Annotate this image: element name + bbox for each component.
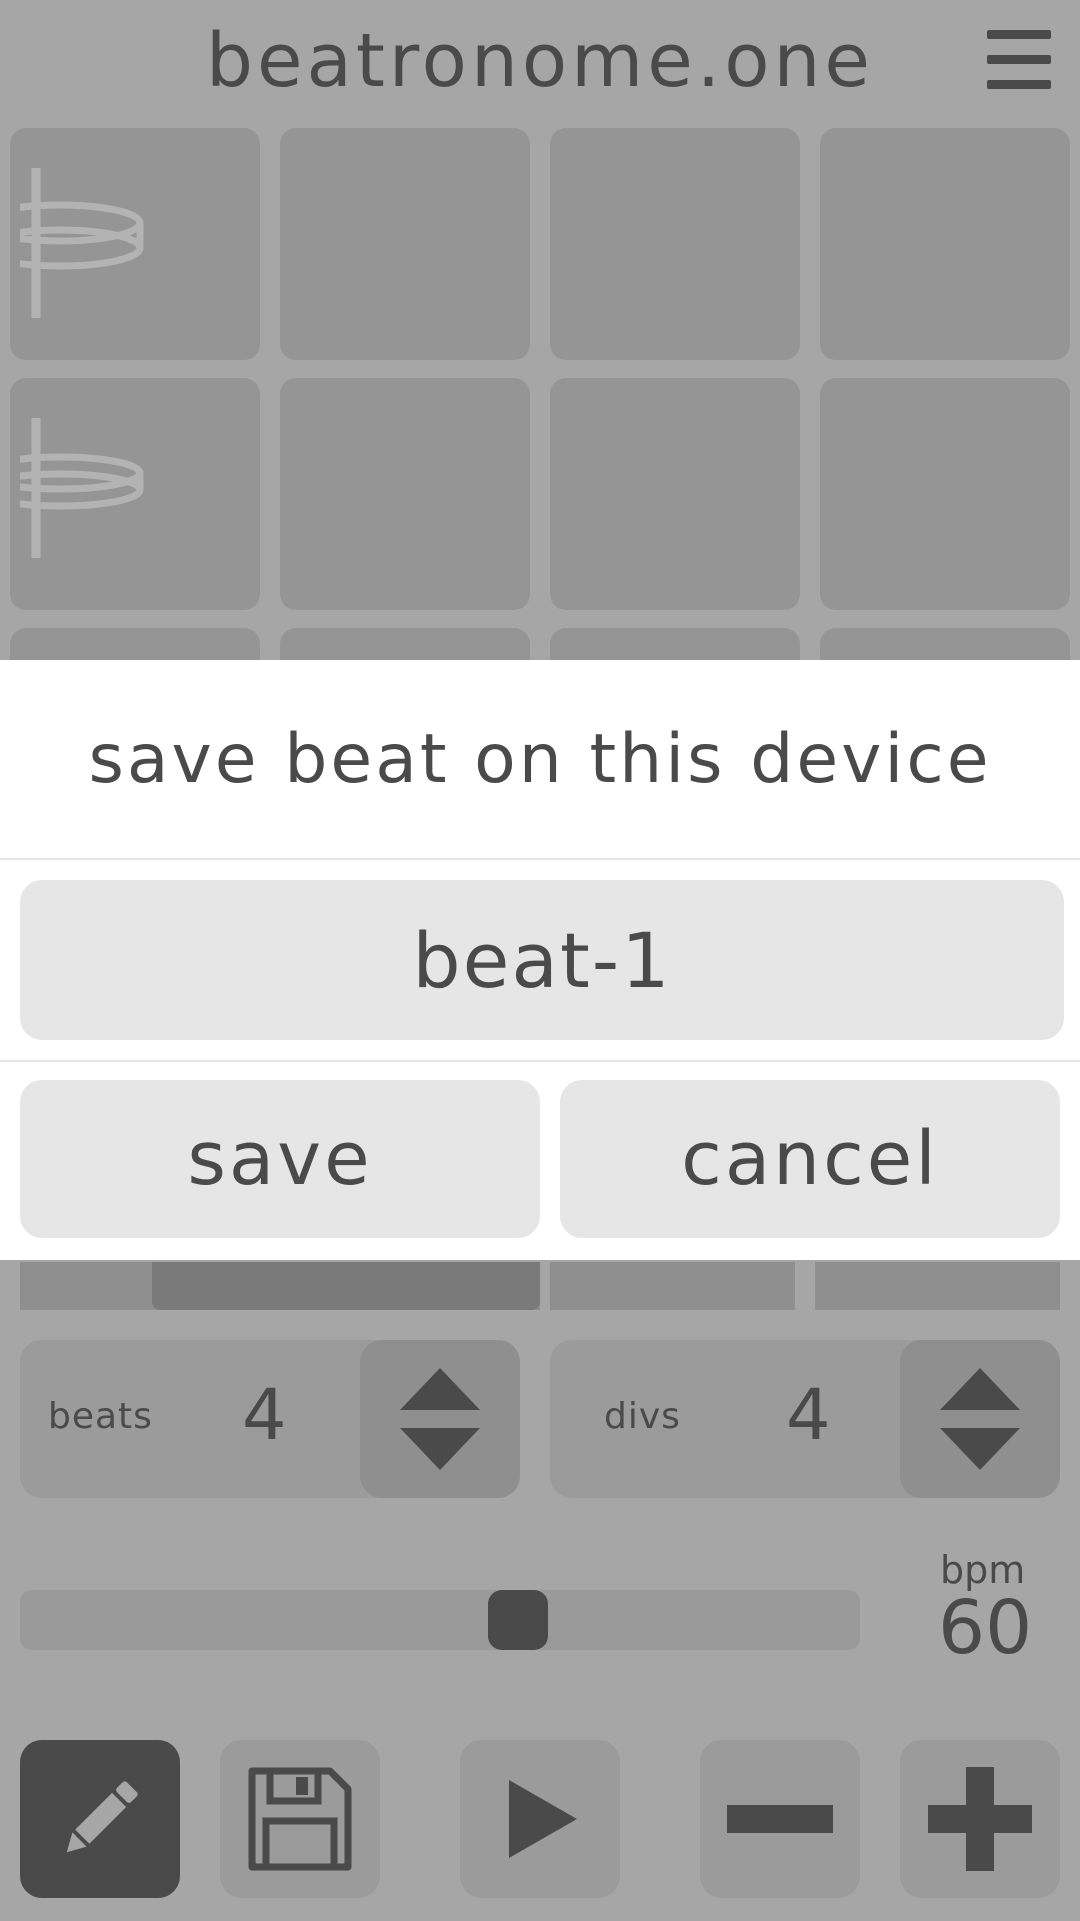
grid-cell[interactable]	[820, 128, 1070, 360]
pencil-icon	[66, 1781, 138, 1853]
beat-name-input[interactable]	[20, 880, 1064, 1040]
beats-stepper[interactable]	[360, 1340, 520, 1498]
grid-cell[interactable]	[550, 378, 800, 610]
grid-cell[interactable]	[10, 378, 260, 610]
remove-row-button[interactable]	[700, 1740, 860, 1898]
save-beat-button[interactable]	[220, 1740, 380, 1898]
play-icon	[509, 1780, 577, 1858]
divs-stepper[interactable]	[900, 1340, 1060, 1498]
grid-cell[interactable]	[10, 128, 260, 360]
app-title: beatronome.one	[206, 18, 874, 104]
divider	[0, 1060, 1080, 1062]
pattern-track[interactable]	[550, 1262, 795, 1310]
beats-value: 4	[242, 1374, 287, 1456]
pattern-track[interactable]	[815, 1262, 1060, 1310]
tempo-slider-thumb[interactable]	[488, 1590, 548, 1650]
cymbal-icon	[20, 418, 144, 558]
cancel-button-label: cancel	[681, 1116, 939, 1202]
beats-label: beats	[48, 1396, 153, 1437]
plus-icon	[928, 1767, 1032, 1871]
beats-control: beats 4	[20, 1340, 520, 1498]
save-button-label: save	[187, 1116, 373, 1202]
divs-value: 4	[786, 1374, 831, 1456]
up-down-arrows-icon	[940, 1368, 1020, 1470]
grid-cell[interactable]	[280, 128, 530, 360]
save-beat-dialog: save beat on this device save cancel	[0, 660, 1080, 1260]
edit-button[interactable]	[20, 1740, 180, 1898]
divs-label: divs	[604, 1396, 681, 1437]
add-row-button[interactable]	[900, 1740, 1060, 1898]
save-button[interactable]: save	[20, 1080, 540, 1238]
grid-cell[interactable]	[820, 378, 1070, 610]
hihat-icon	[20, 168, 144, 318]
bpm-value: 60	[938, 1585, 1033, 1671]
pattern-track-active[interactable]	[152, 1262, 540, 1310]
cancel-button[interactable]: cancel	[560, 1080, 1060, 1238]
tempo-slider-track[interactable]	[20, 1590, 860, 1650]
grid-cell[interactable]	[280, 378, 530, 610]
minus-icon	[727, 1805, 833, 1833]
up-down-arrows-icon	[400, 1368, 480, 1470]
divs-control: divs 4	[550, 1340, 1060, 1498]
play-button[interactable]	[460, 1740, 620, 1898]
floppy-disk-icon	[248, 1767, 352, 1871]
grid-cell[interactable]	[550, 128, 800, 360]
dialog-title: save beat on this device	[0, 660, 1080, 860]
hamburger-menu-icon[interactable]	[987, 30, 1051, 90]
